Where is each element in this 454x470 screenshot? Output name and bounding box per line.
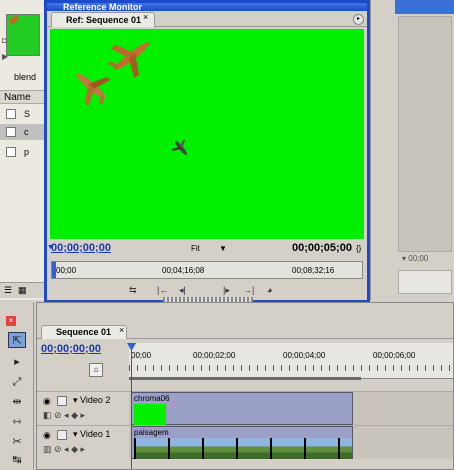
timeline-panel: Sequence 01 × 00;00;00;00 ⌂ 00;00 00;00;… xyxy=(36,302,454,470)
duration-timecode: 00;00;05;00 xyxy=(292,242,352,254)
playhead-line[interactable] xyxy=(131,343,132,469)
ruler-tick-label: 00;00;02;00 xyxy=(193,351,236,360)
camera-icon[interactable]: ◘ xyxy=(2,36,12,46)
ruler-tick-label: 00;00 xyxy=(56,266,77,275)
razor-tool-icon[interactable]: ✂ xyxy=(8,434,26,450)
track-controls[interactable]: ◧ ⊘ ◂ ◆ ▸ xyxy=(43,410,85,421)
timeline-time-ruler[interactable]: 00;00 00;00;02;00 00;00;04;00 00;00;06;0… xyxy=(129,343,453,379)
icon-view-icon[interactable]: ▦ xyxy=(18,285,27,296)
project-item-label: p xyxy=(24,147,30,157)
rate-stretch-tool-icon[interactable]: ⇿ xyxy=(8,414,26,430)
program-timecode-value: 00;00 xyxy=(408,254,429,263)
eye-icon[interactable]: ◉ xyxy=(43,396,51,407)
lock-toggle[interactable] xyxy=(57,430,67,440)
clip-label: paisagem xyxy=(134,428,169,437)
ruler-tick-label: 00;04;16;08 xyxy=(162,266,205,275)
project-item-label: S xyxy=(24,109,31,119)
close-icon[interactable]: × xyxy=(6,316,16,326)
tab-row: Ref: Sequence 01 × ▸ xyxy=(47,11,367,27)
rolling-edit-tool-icon[interactable]: ⇹ xyxy=(8,394,26,410)
timeline-header: 00;00;00;00 ⌂ xyxy=(37,339,129,391)
play-thumbnail-icon[interactable]: ▶ xyxy=(2,52,12,62)
monitor-time-ruler[interactable]: 00;00 00;04;16;08 00;08;32;16 xyxy=(51,261,363,279)
panel-menu-button[interactable]: ▸ xyxy=(353,14,364,25)
clip-thumbnail xyxy=(134,404,166,425)
lock-toggle[interactable] xyxy=(57,396,67,406)
track-video-2[interactable]: chroma06 xyxy=(129,391,453,425)
frame-back-icon[interactable]: ◂| xyxy=(179,285,186,296)
clip-label: chroma06 xyxy=(134,394,170,403)
track-header-video-2: ◉ ▾ Video 2 ◧ ⊘ ◂ ◆ ▸ xyxy=(37,391,129,425)
track-name[interactable]: ▾ Video 2 xyxy=(73,395,110,406)
program-timecode[interactable]: ▾ 00;00 xyxy=(398,252,454,266)
program-marker-icon: ▾ xyxy=(402,254,407,263)
program-monitor-tab[interactable] xyxy=(395,0,454,14)
track-header-video-1: ◉ ▾ Video 1 ▥ ⊘ ◂ ◆ ▸ xyxy=(37,425,129,459)
video-preview xyxy=(50,29,364,239)
bin-name: blend xyxy=(14,72,37,82)
track-name[interactable]: ▾ Video 1 xyxy=(73,429,110,440)
airplane-small xyxy=(171,139,188,156)
ruler-tick-label: 00;00;06;00 xyxy=(373,351,416,360)
duration-bracket-icon: {} xyxy=(356,244,362,253)
tab-label: Sequence 01 xyxy=(56,327,112,337)
tab-ref-sequence[interactable]: Ref: Sequence 01 xyxy=(51,12,155,27)
program-monitor-video xyxy=(398,16,452,252)
tab-label: Ref: Sequence 01 xyxy=(66,15,142,25)
zoom-select[interactable]: Fit xyxy=(191,244,200,253)
tab-close-button[interactable]: × xyxy=(119,325,124,335)
list-view-icon[interactable]: ☰ xyxy=(4,285,12,296)
project-toolbar: ☰ ▦ xyxy=(0,282,46,298)
track-select-tool-icon[interactable]: ▸ xyxy=(8,354,26,370)
ruler-tick-label: 00;08;32;16 xyxy=(292,266,335,275)
ruler-ticks xyxy=(129,365,453,371)
plane-thumbnail-icon xyxy=(8,14,20,26)
reference-monitor-window: Reference Monitor Ref: Sequence 01 × ▸ ▼… xyxy=(44,0,370,303)
clip-chroma[interactable]: chroma06 xyxy=(131,392,353,425)
sequence-icon xyxy=(6,109,16,119)
transport-controls: ⇆ |← ◂| |▸ →| ◕ xyxy=(47,285,367,302)
zoom-dropdown-icon[interactable]: ▼ xyxy=(219,244,227,253)
program-time-ruler[interactable] xyxy=(398,270,452,294)
name-column-header[interactable]: Name xyxy=(0,90,46,104)
project-item[interactable]: c xyxy=(0,124,46,140)
timeline-tab-row: Sequence 01 × xyxy=(37,325,453,339)
project-item-label: c xyxy=(24,127,29,137)
airplane-medium xyxy=(76,73,111,107)
tab-close-button[interactable]: × xyxy=(143,12,148,22)
ruler-tick-label: 00;00;04;00 xyxy=(283,351,326,360)
work-area-bar[interactable] xyxy=(129,377,361,380)
ripple-edit-tool-icon[interactable]: ⤢ xyxy=(8,374,26,390)
tools-panel: × ⇱ ▸ ⤢ ⇹ ⇿ ✂ ↹ xyxy=(0,302,34,470)
selection-tool-icon[interactable]: ⇱ xyxy=(8,332,26,348)
snap-icon[interactable]: ⌂ xyxy=(89,363,103,377)
slip-tool-icon[interactable]: ↹ xyxy=(8,452,26,468)
current-timecode[interactable]: 00;00;00;00 xyxy=(51,242,111,254)
project-thumbnail xyxy=(6,14,40,56)
play-icon[interactable]: |▸ xyxy=(223,285,230,296)
step-forward-icon[interactable]: →| xyxy=(243,285,254,295)
project-item[interactable]: S xyxy=(0,106,46,122)
project-panel: ◘ ▶ blend Name S c p ☰ ▦ xyxy=(0,0,46,300)
monitor-controls-row: ▼ 00;00;00;00 Fit ▼ 00;00;05;00 {} xyxy=(47,241,367,257)
clip-icon xyxy=(6,127,16,137)
clip-icon xyxy=(6,147,16,157)
tab-sequence[interactable]: Sequence 01 xyxy=(41,325,127,339)
project-item[interactable]: p xyxy=(0,144,46,160)
window-titlebar[interactable]: Reference Monitor xyxy=(47,3,367,11)
clip-paisagem[interactable]: paisagem xyxy=(131,426,353,459)
track-video-1[interactable]: paisagem xyxy=(129,425,453,459)
step-back-icon[interactable]: |← xyxy=(157,285,168,295)
timeline-timecode[interactable]: 00;00;00;00 xyxy=(41,343,101,355)
eye-icon[interactable]: ◉ xyxy=(43,430,51,441)
clip-filmstrip xyxy=(134,438,352,459)
track-controls[interactable]: ▥ ⊘ ◂ ◆ ▸ xyxy=(43,444,85,455)
loop-icon[interactable]: ⇆ xyxy=(129,285,137,296)
output-icon[interactable]: ◕ xyxy=(267,285,272,295)
ruler-tick-label: 00;00 xyxy=(131,351,152,360)
